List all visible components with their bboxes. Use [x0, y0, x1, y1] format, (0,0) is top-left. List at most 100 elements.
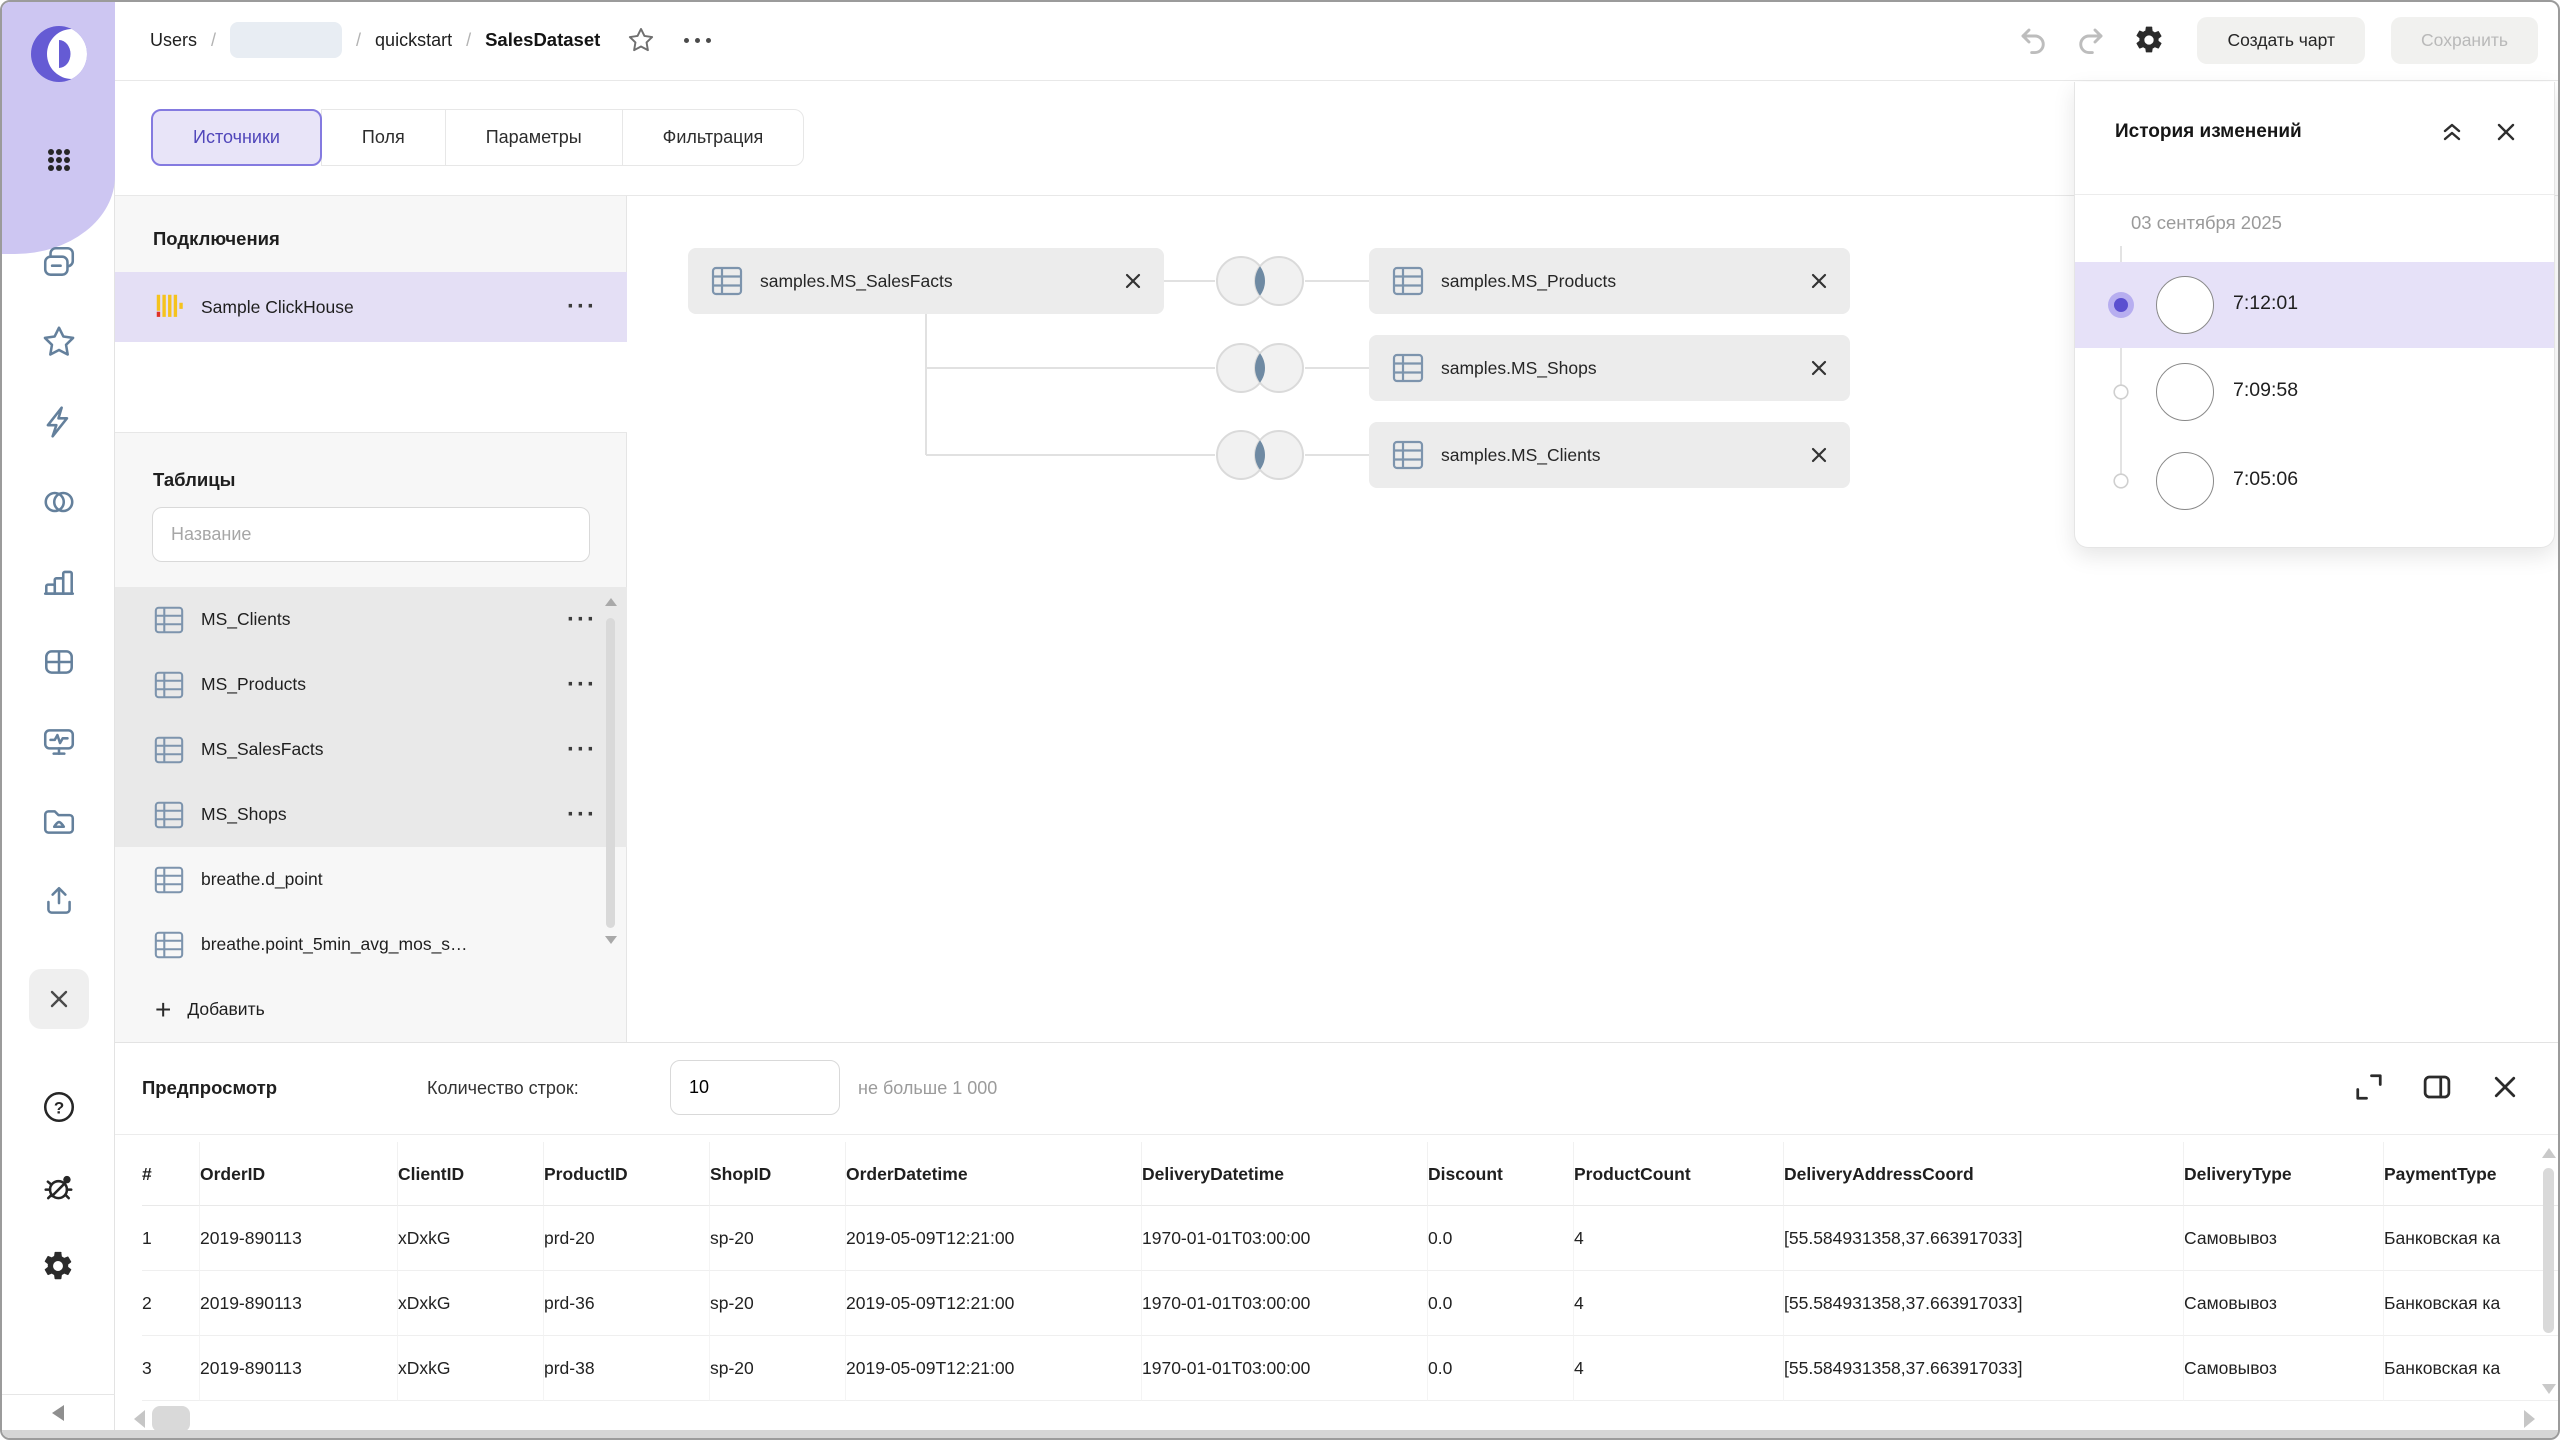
apps-grid-icon[interactable] — [41, 142, 77, 178]
column-header[interactable]: DeliveryDatetime — [1142, 1142, 1428, 1206]
connection-more-icon[interactable]: ··· — [567, 297, 597, 317]
column-header[interactable]: Discount — [1428, 1142, 1574, 1206]
table-name: MS_Shops — [201, 804, 287, 825]
favorites-star-icon[interactable] — [41, 324, 77, 360]
table-more-icon[interactable]: ··· — [567, 805, 597, 825]
datalens-logo-icon[interactable] — [29, 24, 89, 84]
table-more-icon[interactable]: ··· — [567, 610, 597, 630]
undo-icon[interactable] — [2017, 24, 2049, 56]
more-menu-icon[interactable] — [684, 38, 711, 43]
vscroll-down-icon[interactable] — [2542, 1384, 2556, 1394]
close-panel-button[interactable] — [29, 969, 89, 1029]
table-search-input[interactable] — [152, 507, 590, 562]
join-type-icon-clients[interactable] — [1214, 428, 1306, 482]
settings-gear-icon[interactable] — [41, 1249, 77, 1285]
vscroll-thumb[interactable] — [2543, 1168, 2554, 1333]
storage-folder-icon[interactable] — [41, 804, 77, 840]
column-header[interactable]: # — [142, 1142, 200, 1206]
table-name: MS_Products — [201, 674, 306, 695]
tables-grid-icon[interactable] — [41, 644, 77, 680]
clickhouse-icon — [153, 291, 185, 323]
tables-scroll-up-icon[interactable] — [605, 598, 617, 606]
breadcrumb-folder-blurred[interactable] — [230, 22, 342, 58]
preview-expand-icon[interactable] — [2354, 1072, 2384, 1102]
column-header[interactable]: ClientID — [398, 1142, 544, 1206]
column-header[interactable]: DeliveryType — [2184, 1142, 2384, 1206]
table-row-ms-clients[interactable]: MS_Clients ··· — [115, 587, 627, 652]
collections-icon[interactable] — [41, 244, 77, 280]
table-more-icon[interactable]: ··· — [567, 740, 597, 760]
hscroll-left-icon[interactable] — [134, 1410, 145, 1428]
tab-parameters[interactable]: Параметры — [445, 109, 623, 166]
column-header[interactable]: PaymentType — [2384, 1142, 2560, 1206]
export-upload-icon[interactable] — [41, 884, 77, 920]
history-collapse-icon[interactable] — [2438, 118, 2466, 146]
cell: prd-36 — [544, 1271, 710, 1336]
redo-icon[interactable] — [2075, 24, 2107, 56]
table-more-icon[interactable]: ··· — [567, 675, 597, 695]
column-header[interactable]: ProductCount — [1574, 1142, 1784, 1206]
dataset-settings-gear-icon[interactable] — [2133, 24, 2165, 56]
column-header[interactable]: ShopID — [710, 1142, 846, 1206]
connection-row-sample-clickhouse[interactable]: Sample ClickHouse ··· — [115, 272, 627, 342]
column-header[interactable]: OrderID — [200, 1142, 398, 1206]
remove-join-icon[interactable] — [1810, 272, 1828, 290]
table-row-ms-salesfacts[interactable]: MS_SalesFacts ··· — [115, 717, 627, 782]
joined-node-shops[interactable]: samples.MS_Shops — [1369, 335, 1850, 401]
preview-table: # OrderID ClientID ProductID ShopID Orde… — [142, 1142, 2560, 1401]
history-entry-1[interactable]: 7:12:01 — [2075, 262, 2554, 348]
radio-icon — [2113, 473, 2129, 489]
cell: [55.584931358,37.663917033] — [1784, 1271, 2184, 1336]
vscroll-up-icon[interactable] — [2542, 1148, 2556, 1158]
dashboards-monitor-icon[interactable] — [41, 724, 77, 760]
remove-join-icon[interactable] — [1810, 446, 1828, 464]
column-header[interactable]: OrderDatetime — [846, 1142, 1142, 1206]
table-row-ms-products[interactable]: MS_Products ··· — [115, 652, 627, 717]
preview-split-panel-icon[interactable] — [2422, 1072, 2452, 1102]
hscroll-right-icon[interactable] — [2524, 1410, 2535, 1428]
column-header[interactable]: DeliveryAddressCoord — [1784, 1142, 2184, 1206]
tab-sources[interactable]: Источники — [151, 109, 322, 166]
join-type-icon-products[interactable] — [1214, 254, 1306, 308]
column-header[interactable]: ProductID — [544, 1142, 710, 1206]
charts-icon[interactable] — [41, 564, 77, 600]
cell: Самовывоз — [2184, 1336, 2384, 1401]
table-row-breathe-d-point[interactable]: breathe.d_point — [115, 847, 627, 912]
create-chart-button[interactable]: Создать чарт — [2197, 17, 2365, 64]
debug-bug-icon[interactable] — [41, 1169, 77, 1205]
table-row-ms-shops[interactable]: MS_Shops ··· — [115, 782, 627, 847]
history-entry-3[interactable]: 7:05:06 — [2075, 436, 2554, 522]
preview-rows-input[interactable] — [670, 1060, 840, 1115]
breadcrumb-users[interactable]: Users — [150, 30, 197, 51]
joined-node-products[interactable]: samples.MS_Products — [1369, 248, 1850, 314]
cell: 4 — [1574, 1206, 1784, 1271]
remove-join-icon[interactable] — [1810, 359, 1828, 377]
lightning-icon[interactable] — [41, 404, 77, 440]
add-table-button[interactable]: + Добавить — [115, 977, 627, 1042]
join-type-icon-shops[interactable] — [1214, 341, 1306, 395]
source-node-salesfacts[interactable]: samples.MS_SalesFacts — [688, 248, 1164, 314]
history-entry-2[interactable]: 7:09:58 — [2075, 348, 2554, 434]
table-row-breathe-point-5min[interactable]: breathe.point_5min_avg_mos_s… — [115, 912, 627, 977]
help-icon[interactable]: ? — [41, 1089, 77, 1125]
hscroll-thumb[interactable] — [152, 1406, 190, 1432]
tab-filtering[interactable]: Фильтрация — [622, 109, 805, 166]
tables-scrollbar-thumb[interactable] — [606, 618, 615, 928]
table-name: MS_Clients — [201, 609, 290, 630]
favorite-star-icon[interactable] — [626, 25, 656, 55]
save-button[interactable]: Сохранить — [2391, 17, 2538, 64]
tables-section: Таблицы MS_Clients ··· MS_Products ··· — [115, 433, 627, 1042]
preview-close-icon[interactable] — [2490, 1072, 2520, 1102]
remove-source-icon[interactable] — [1124, 272, 1142, 290]
tab-fields[interactable]: Поля — [321, 109, 446, 166]
tables-scroll-down-icon[interactable] — [605, 936, 617, 944]
bottom-scrollbar-track[interactable] — [2, 1430, 2558, 1438]
collapse-left-icon[interactable] — [47, 1401, 71, 1425]
history-close-icon[interactable] — [2494, 120, 2518, 144]
history-time: 7:09:58 — [2233, 379, 2298, 402]
joined-node-label: samples.MS_Shops — [1441, 358, 1597, 379]
breadcrumb-quickstart[interactable]: quickstart — [375, 30, 452, 51]
joined-node-clients[interactable]: samples.MS_Clients — [1369, 422, 1850, 488]
datasets-venn-icon[interactable] — [41, 484, 77, 520]
table-name: MS_SalesFacts — [201, 739, 324, 760]
